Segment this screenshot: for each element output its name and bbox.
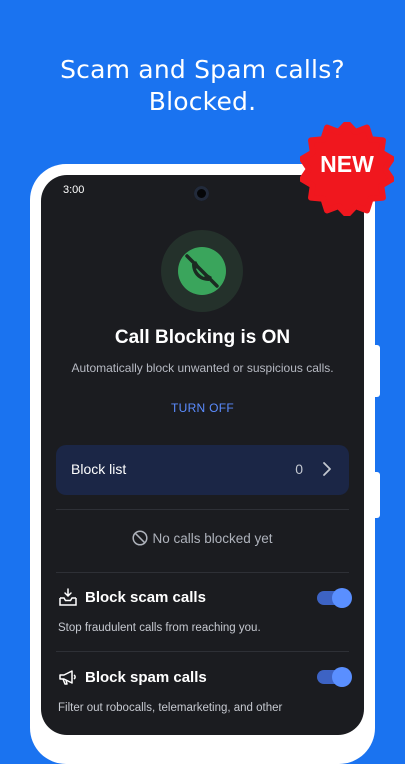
megaphone-icon: [59, 670, 76, 685]
phone-screen: 3:00 Call Blocking is ON Automatically b…: [41, 175, 364, 735]
call-blocking-title: Call Blocking is ON: [114, 327, 291, 348]
call-blocking-subtitle: Automatically block unwanted or suspicio…: [71, 361, 334, 375]
toggle-knob: [332, 588, 352, 608]
promo-headline: Scam and Spam calls? Blocked.: [0, 54, 405, 118]
block-spam-calls-toggle[interactable]: [317, 667, 352, 687]
scam-inbox-icon: [59, 588, 77, 606]
block-list-label: Block list: [71, 461, 127, 477]
chevron-right-icon: [323, 462, 331, 476]
empty-state: No calls blocked yet: [41, 530, 364, 546]
block-spam-calls-description: Filter out robocalls, telemarketing, and…: [58, 702, 283, 714]
block-scam-calls-title: Block scam calls: [85, 589, 206, 606]
headline-line-2: Blocked.: [148, 87, 257, 116]
front-camera: [194, 186, 209, 201]
toggle-knob: [332, 667, 352, 687]
blocked-circle-icon: [132, 530, 149, 546]
block-spam-calls-title: Block spam calls: [85, 669, 207, 686]
divider-middle: [56, 572, 349, 573]
empty-state-text: No calls blocked yet: [152, 531, 273, 546]
block-scam-calls-description: Stop fraudulent calls from reaching you.: [58, 622, 261, 634]
block-list-count: 0: [295, 461, 303, 477]
call-blocking-status-icon: [161, 230, 243, 312]
phone-side-button-power: [375, 472, 380, 518]
block-list-row[interactable]: Block list 0: [56, 445, 349, 495]
divider-top: [56, 509, 349, 510]
phone-blocked-icon: [178, 247, 226, 295]
turn-off-button[interactable]: TURN OFF: [41, 401, 364, 415]
headline-line-1: Scam and Spam calls?: [60, 55, 345, 84]
phone-side-button-volume: [375, 345, 380, 397]
divider-settings: [56, 651, 349, 652]
block-scam-calls-toggle[interactable]: [317, 588, 352, 608]
status-time: 3:00: [63, 184, 85, 196]
new-badge-label: NEW: [320, 151, 374, 177]
